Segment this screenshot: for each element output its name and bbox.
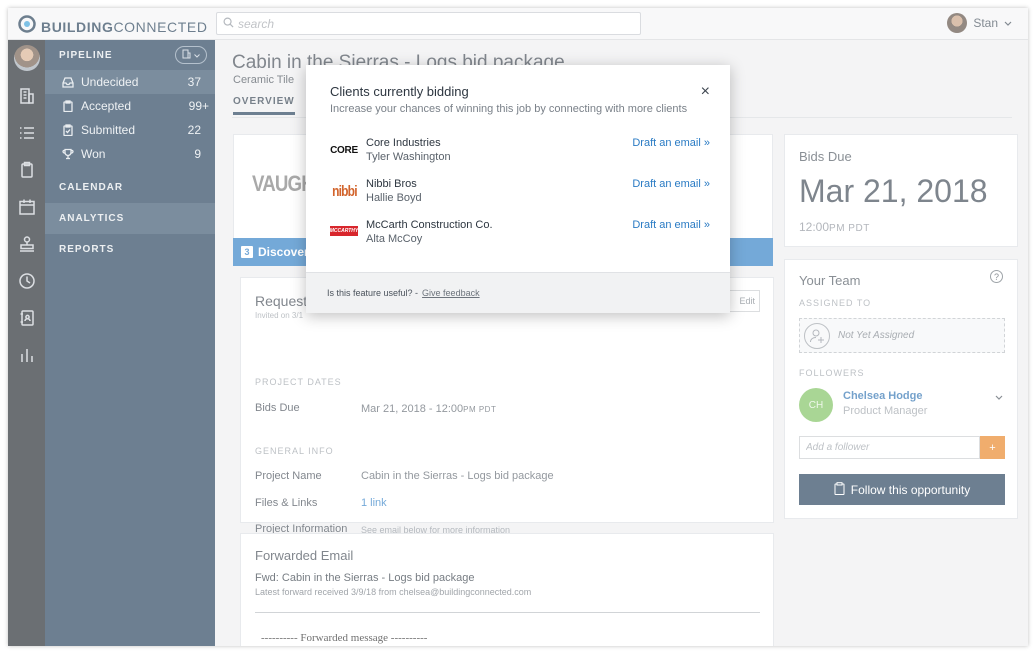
modal-title: Clients currently bidding — [330, 84, 469, 99]
client-logo: CORE — [330, 144, 358, 156]
close-icon[interactable]: × — [701, 83, 710, 101]
client-logo: nibbi — [331, 182, 357, 200]
client-contact: Tyler Washington — [366, 151, 451, 163]
client-contact: Hallie Boyd — [366, 192, 422, 204]
client-row: MCCARTHY McCarth Construction Co. Alta M… — [330, 219, 710, 249]
client-name: Core Industries — [366, 137, 441, 149]
modal-footer: Is this feature useful? - Give feedback — [306, 272, 730, 313]
give-feedback-link[interactable]: Give feedback — [422, 288, 480, 298]
draft-email-link[interactable]: Draft an email » — [632, 178, 710, 190]
app-window: BUILDINGCONNECTED Stan PIPEL — [8, 8, 1028, 646]
client-row: nibbi Nibbi Bros Hallie Boyd Draft an em… — [330, 178, 710, 208]
draft-email-link[interactable]: Draft an email » — [632, 219, 710, 231]
draft-email-link[interactable]: Draft an email » — [632, 137, 710, 149]
client-name: McCarth Construction Co. — [366, 219, 493, 231]
client-contact: Alta McCoy — [366, 233, 423, 245]
feedback-question: Is this feature useful? - — [327, 288, 419, 298]
client-row: CORE Core Industries Tyler Washington Dr… — [330, 137, 710, 167]
client-logo: MCCARTHY — [329, 226, 359, 236]
modal-subtitle: Increase your chances of winning this jo… — [330, 103, 688, 115]
client-name: Nibbi Bros — [366, 178, 417, 190]
clients-bidding-modal: Clients currently bidding Increase your … — [306, 65, 730, 313]
